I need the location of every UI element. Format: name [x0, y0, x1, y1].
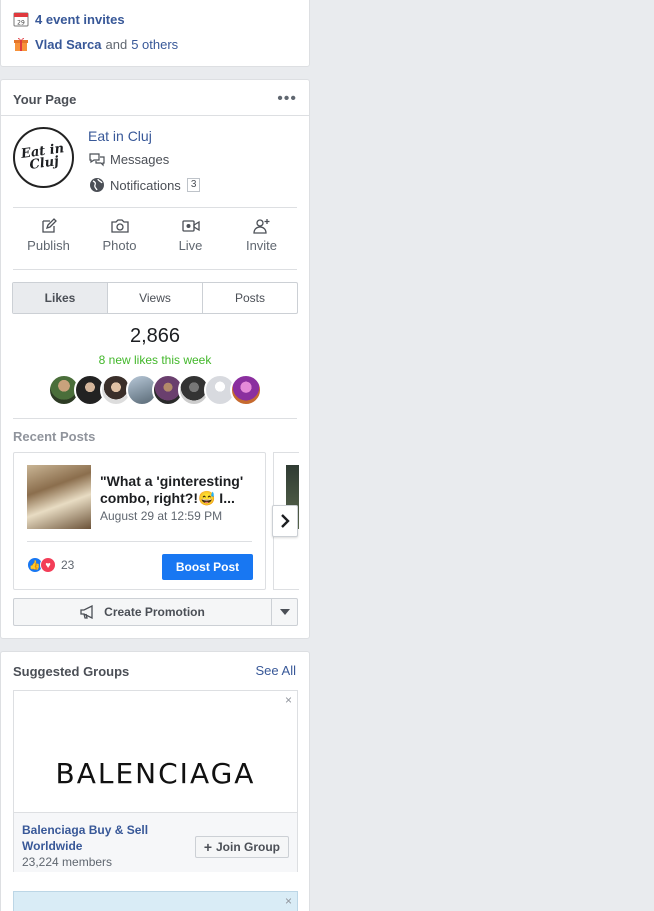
recent-posts-label: Recent Posts	[13, 429, 96, 444]
gift-icon	[13, 36, 29, 52]
avatar[interactable]	[230, 374, 262, 406]
group-member-count: 23,224 members	[22, 855, 113, 869]
add-person-icon	[252, 219, 269, 234]
camera-icon	[110, 219, 129, 233]
publish-button[interactable]: Publish	[13, 218, 84, 253]
your-page-card: Your Page ••• Eat in Cluj Eat in Cluj Me…	[0, 79, 310, 639]
divider	[27, 541, 252, 542]
divider	[1, 115, 309, 116]
page-logo: Eat in Cluj	[20, 140, 66, 173]
love-reaction-icon: ♥	[40, 557, 56, 573]
suggested-groups-title: Suggested Groups	[13, 664, 130, 679]
see-all-link[interactable]: See All	[256, 663, 296, 678]
close-icon[interactable]: ×	[285, 894, 292, 908]
live-button[interactable]: Live	[155, 218, 226, 253]
close-icon[interactable]: ×	[285, 693, 292, 707]
calendar-day: 29	[17, 20, 25, 27]
group-card[interactable]: × BALENCIAGA Balenciaga Buy & Sell World…	[13, 690, 298, 872]
event-invites-link[interactable]: 4 event invites	[35, 12, 125, 27]
messages-link[interactable]: Messages	[89, 152, 169, 167]
tab-views[interactable]: Views	[108, 283, 203, 313]
group-cover-image[interactable]: BALENCIAGA	[14, 757, 297, 790]
post-thumbnail[interactable]	[27, 465, 91, 529]
insights-tabs: Likes Views Posts	[12, 282, 298, 314]
create-promotion-control: Create Promotion	[13, 598, 298, 626]
recent-post-card[interactable]: "What a 'ginteresting' combo, right?!😅 I…	[13, 452, 266, 590]
messages-label: Messages	[110, 152, 170, 167]
post-title[interactable]: "What a 'ginteresting' combo, right?!😅 I…	[100, 473, 260, 507]
page-name-link[interactable]: Eat in Cluj	[88, 128, 152, 144]
live-video-icon	[181, 220, 200, 232]
tab-likes[interactable]: Likes	[13, 283, 108, 313]
publish-label: Publish	[27, 238, 70, 253]
suggested-groups-card: Suggested Groups See All × BALENCIAGA Ba…	[0, 651, 310, 911]
chevron-right-icon	[281, 514, 290, 528]
divider	[13, 207, 297, 208]
promotion-dropdown-button[interactable]	[272, 599, 297, 625]
likes-total: 2,866	[129, 325, 181, 347]
create-promotion-button[interactable]: Create Promotion	[14, 599, 272, 625]
photo-label: Photo	[102, 238, 137, 253]
card-title: Your Page	[13, 92, 77, 107]
invite-button[interactable]: Invite	[226, 218, 297, 253]
divider	[13, 269, 297, 270]
invite-label: Invite	[245, 238, 278, 253]
event-invites-row[interactable]: 29 4 event invites	[13, 11, 125, 27]
and-text: and	[105, 36, 128, 52]
notifications-count-badge: 3	[186, 178, 201, 192]
reaction-count: 23	[61, 558, 75, 572]
group-name-link[interactable]: Balenciaga Buy & Sell Worldwide	[22, 822, 172, 854]
notifications-label: Notifications	[110, 177, 181, 193]
tab-posts[interactable]: Posts	[203, 283, 297, 313]
create-promotion-label: Create Promotion	[104, 605, 205, 619]
post-date: August 29 at 12:59 PM	[100, 509, 223, 523]
plus-icon: +	[203, 839, 212, 855]
post-reactions[interactable]: 👍 ♥ 23	[27, 557, 74, 573]
others-link[interactable]: 5 others	[131, 37, 178, 52]
divider	[13, 418, 297, 419]
pencil-icon	[41, 218, 57, 233]
globe-icon	[90, 178, 104, 192]
more-options-icon[interactable]: •••	[277, 90, 297, 108]
join-group-label: Join Group	[216, 840, 280, 854]
liker-avatars	[48, 374, 268, 406]
notifications-link[interactable]: Notifications 3	[89, 177, 201, 193]
birthdays-row: Vlad Sarca and 5 others	[13, 36, 178, 52]
page-actions: Publish Photo Live Invite	[13, 218, 297, 253]
events-card: 29 4 event invites Vlad Sarca and 5 othe…	[0, 0, 310, 67]
new-likes-text: 8 new likes this week	[98, 353, 212, 367]
live-label: Live	[178, 238, 203, 253]
next-arrow-button[interactable]	[272, 505, 298, 537]
messages-icon	[89, 152, 105, 166]
boost-post-button[interactable]: Boost Post	[162, 554, 253, 580]
join-group-button[interactable]: + Join Group	[194, 836, 289, 858]
group-card[interactable]: ×	[13, 891, 298, 911]
calendar-icon: 29	[13, 11, 29, 27]
caret-down-icon	[279, 609, 290, 615]
page-avatar[interactable]: Eat in Cluj	[13, 127, 74, 188]
group-info: Balenciaga Buy & Sell Worldwide 23,224 m…	[14, 812, 297, 872]
birthday-person-link[interactable]: Vlad Sarca	[35, 37, 102, 52]
photo-button[interactable]: Photo	[84, 218, 155, 253]
megaphone-icon	[80, 605, 93, 619]
